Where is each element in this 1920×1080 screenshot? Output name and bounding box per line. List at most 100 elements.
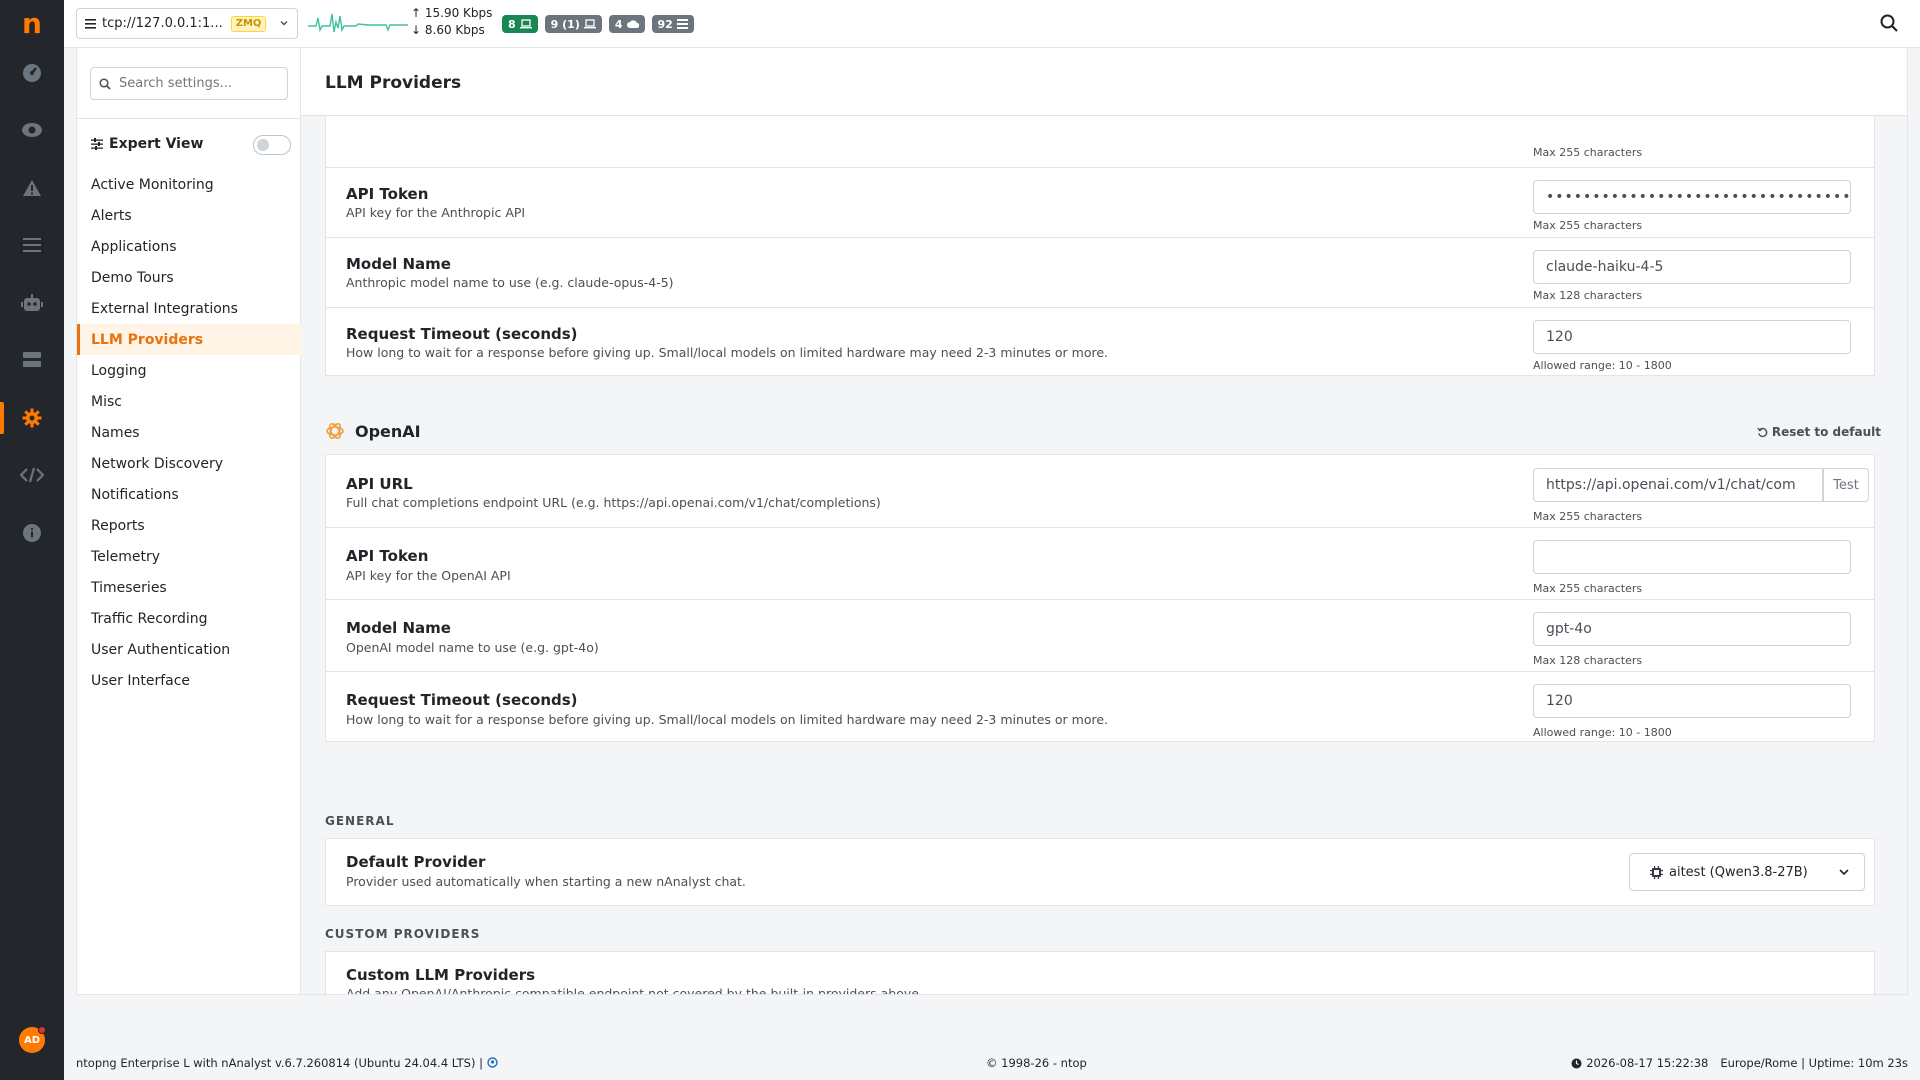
upload-rate-value: 15.90 Kbps — [424, 6, 493, 20]
remote-hosts-badge[interactable]: 9 (1) — [544, 15, 602, 33]
sidebar-item-reports[interactable]: Reports — [77, 510, 301, 541]
upload-rate: ↑ 15.90 Kbps — [411, 5, 492, 22]
info-icon[interactable] — [0, 513, 64, 553]
default-provider-select[interactable]: aitest (Qwen3.8-27B) — [1629, 853, 1865, 891]
version-text: ntopng Enterprise L with nAnalyst v.6.7.… — [76, 1056, 483, 1070]
settings-content: Max 255 characters API Token API key for… — [301, 48, 1907, 994]
badge-count: 9 (1) — [550, 17, 580, 31]
sidebar-item-external-integrations[interactable]: External Integrations — [77, 293, 301, 324]
gear-icon[interactable] — [0, 398, 64, 438]
badge-count: 4 — [614, 17, 623, 31]
sidebar-item-notifications[interactable]: Notifications — [77, 479, 301, 510]
field-description: How long to wait for a response before g… — [346, 345, 1109, 360]
content-header: LLM Providers — [301, 48, 1907, 116]
robot-icon[interactable] — [0, 283, 64, 323]
reset-to-default-button[interactable]: Reset to default — [1757, 425, 1881, 439]
stack-icon — [676, 19, 688, 29]
laptop-icon — [519, 19, 532, 29]
ntop-logo[interactable]: n — [0, 0, 64, 46]
github-icon[interactable] — [486, 1057, 498, 1068]
page-title: LLM Providers — [325, 73, 462, 93]
openai-url-input[interactable]: https://api.openai.com/v1/chat/com — [1533, 468, 1823, 502]
sidebar-item-active-monitoring[interactable]: Active Monitoring — [77, 169, 301, 200]
chevron-down-icon — [280, 21, 288, 26]
footer: ntopng Enterprise L with nAnalyst v.6.7.… — [76, 1056, 1908, 1074]
sidebar-item-llm-providers[interactable]: LLM Providers — [77, 324, 301, 355]
anthropic-timeout-input[interactable]: 120 — [1533, 320, 1851, 354]
footer-copyright: © 1998-26 - ntop — [986, 1056, 1087, 1070]
openai-logo-icon — [326, 422, 344, 440]
settings-search-input[interactable] — [117, 75, 277, 92]
notification-dot — [38, 1026, 46, 1034]
openai-card: API URL Full chat completions endpoint U… — [325, 454, 1875, 742]
sidebar-item-network-discovery[interactable]: Network Discovery — [77, 448, 301, 479]
field-title: API URL — [346, 475, 413, 493]
alert-triangle-icon[interactable] — [0, 168, 64, 208]
field-title: Request Timeout (seconds) — [346, 691, 578, 709]
default-provider-row: Default Provider Provider used automatic… — [326, 839, 1874, 907]
interface-type-badge: ZMQ — [230, 15, 267, 32]
field-title: Model Name — [346, 255, 451, 273]
sidebar-item-traffic-recording[interactable]: Traffic Recording — [77, 603, 301, 634]
openai-timeout-row: Request Timeout (seconds) How long to wa… — [326, 671, 1874, 743]
dashboard-icon[interactable] — [0, 53, 64, 93]
reset-label: Reset to default — [1771, 425, 1881, 439]
interface-selector[interactable]: tcp://127.0.0.1:1... ZMQ — [76, 8, 298, 39]
test-url-button[interactable]: Test — [1823, 468, 1869, 502]
interface-name: tcp://127.0.0.1:1... — [102, 16, 223, 31]
server-icon[interactable] — [0, 340, 64, 380]
openai-token-row: API Token API key for the OpenAI API Max… — [326, 527, 1874, 599]
icon-rail: n AD — [0, 0, 64, 1080]
list-icon[interactable] — [0, 225, 64, 265]
chevron-down-icon — [1839, 869, 1849, 876]
sidebar-item-demo-tours[interactable]: Demo Tours — [77, 262, 301, 293]
local-hosts-badge[interactable]: 8 — [502, 15, 538, 33]
sidebar-item-applications[interactable]: Applications — [77, 231, 301, 262]
footer-version: ntopng Enterprise L with nAnalyst v.6.7.… — [76, 1056, 498, 1070]
badge-count: 92 — [657, 17, 673, 31]
general-caption: GENERAL — [325, 814, 395, 828]
cloud-icon — [626, 20, 639, 28]
expert-view-toggle[interactable] — [253, 135, 291, 155]
settings-search[interactable] — [90, 67, 288, 100]
top-bar: tcp://127.0.0.1:1... ZMQ ↑ 15.90 Kbps ↓ … — [64, 0, 1920, 48]
sidebar-item-telemetry[interactable]: Telemetry — [77, 541, 301, 572]
arrow-up-icon: ↑ — [411, 6, 422, 20]
openai-model-input[interactable]: gpt-4o — [1533, 612, 1851, 646]
field-hint: Max 128 characters — [1533, 289, 1643, 302]
openai-timeout-input[interactable]: 120 — [1533, 684, 1851, 718]
footer-datetime: 2026-08-17 15:22:38 — [1586, 1056, 1709, 1070]
section-title: OpenAI — [355, 421, 421, 441]
user-avatar[interactable]: AD — [19, 1026, 46, 1053]
openai-token-input[interactable] — [1533, 540, 1851, 574]
openai-section-header: OpenAI — [325, 421, 421, 441]
traffic-rates: ↑ 15.90 Kbps ↓ 8.60 Kbps — [411, 5, 492, 39]
field-description: Add any OpenAI/Anthropic compatible endp… — [346, 986, 923, 994]
field-hint: Max 255 characters — [1533, 146, 1643, 159]
sidebar-item-user-interface[interactable]: User Interface — [77, 665, 301, 696]
eye-icon[interactable] — [0, 110, 64, 150]
anthropic-token-row: API Token API key for the Anthropic API … — [326, 167, 1874, 237]
settings-panel: Expert View Active MonitoringAlertsAppli… — [76, 48, 1908, 995]
sidebar-item-user-authentication[interactable]: User Authentication — [77, 634, 301, 665]
devices-badge[interactable]: 4 — [608, 15, 645, 33]
search-icon[interactable] — [1880, 14, 1898, 32]
settings-nav: Active Monitoring Alerts Applications Demo … — [77, 169, 301, 696]
flows-badge[interactable]: 92 — [651, 15, 694, 33]
anthropic-model-input[interactable]: claude-haiku-4-5 — [1533, 250, 1851, 284]
sidebar-item-misc[interactable]: Misc — [77, 386, 301, 417]
openai-url-row: API URL Full chat completions endpoint U… — [326, 455, 1874, 527]
field-title: Request Timeout (seconds) — [346, 325, 578, 343]
sidebar-item-alerts[interactable]: Alerts — [77, 200, 301, 231]
field-hint: Max 255 characters — [1533, 510, 1643, 523]
code-icon[interactable] — [0, 455, 64, 495]
field-description: API key for the Anthropic API — [346, 205, 526, 220]
undo-icon — [1757, 427, 1768, 437]
field-hint: Max 128 characters — [1533, 654, 1643, 667]
sidebar-item-timeseries[interactable]: Timeseries — [77, 572, 301, 603]
selected-provider: aitest (Qwen3.8-27B) — [1669, 864, 1808, 880]
menu-icon — [85, 18, 96, 29]
anthropic-token-input[interactable]: •••••••••••••••••••••••••••••••••••••• — [1533, 180, 1851, 214]
sidebar-item-logging[interactable]: Logging — [77, 355, 301, 386]
sidebar-item-names[interactable]: Names — [77, 417, 301, 448]
